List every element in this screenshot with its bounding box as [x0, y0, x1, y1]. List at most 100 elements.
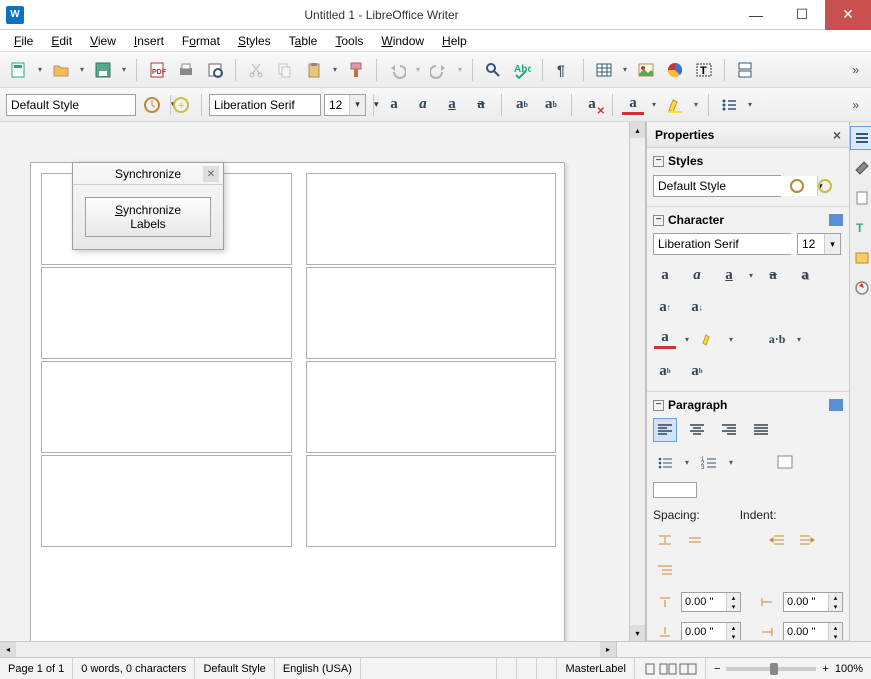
label-cell[interactable]: [41, 455, 292, 547]
background-color-swatch[interactable]: [653, 482, 697, 498]
vertical-scrollbar[interactable]: ▴ ▾: [629, 122, 645, 641]
increase-spacing-button[interactable]: [653, 528, 677, 552]
collapse-icon[interactable]: −: [653, 156, 664, 167]
new-button[interactable]: [6, 57, 32, 83]
align-right-button[interactable]: [717, 418, 741, 442]
insert-page-break-button[interactable]: [732, 57, 758, 83]
single-page-icon[interactable]: [643, 662, 657, 676]
undo-button[interactable]: [384, 57, 410, 83]
dropdown-arrow-icon[interactable]: ▾: [824, 234, 840, 254]
redo-button[interactable]: [426, 57, 452, 83]
collapse-icon[interactable]: −: [653, 400, 664, 411]
space-below-spinbox[interactable]: ▴▾: [681, 622, 741, 641]
navigator-tab[interactable]: [850, 276, 871, 300]
zoom-slider[interactable]: [726, 667, 816, 671]
dropdown-arrow-icon[interactable]: ▾: [349, 95, 365, 115]
export-pdf-button[interactable]: PDF: [144, 57, 170, 83]
font-color-dropdown[interactable]: ▾: [649, 92, 659, 118]
label-cell[interactable]: [41, 361, 292, 453]
sidebar-subscript-button[interactable]: ab: [685, 359, 709, 383]
zoom-value[interactable]: 100%: [835, 663, 863, 675]
highlight-button[interactable]: [662, 92, 688, 118]
insert-table-button[interactable]: [591, 57, 617, 83]
strikethrough-button[interactable]: a: [468, 92, 494, 118]
zoom-in-button[interactable]: +: [822, 663, 828, 675]
menu-styles[interactable]: Styles: [230, 32, 279, 50]
toolbar-overflow[interactable]: »: [846, 63, 865, 77]
sidebar-font-color-button[interactable]: a: [653, 327, 677, 351]
properties-close-button[interactable]: ×: [833, 127, 841, 143]
sidebar-font-input[interactable]: [654, 234, 817, 254]
gallery-tab[interactable]: [850, 246, 871, 270]
scroll-left-button[interactable]: ◂: [0, 642, 16, 657]
open-button[interactable]: [48, 57, 74, 83]
align-left-button[interactable]: [653, 418, 677, 442]
paragraph-style-combo[interactable]: ▾: [6, 94, 136, 116]
label-cell[interactable]: [306, 455, 557, 547]
collapse-icon[interactable]: −: [653, 215, 664, 226]
insert-image-button[interactable]: [633, 57, 659, 83]
bullet-list-dropdown[interactable]: ▾: [745, 92, 755, 118]
zoom-control[interactable]: − + 100%: [706, 663, 871, 675]
save-button[interactable]: [90, 57, 116, 83]
align-center-button[interactable]: [685, 418, 709, 442]
synchronize-window[interactable]: Synchronize ✕ Synchronize Labels: [72, 162, 224, 250]
synchronize-labels-button[interactable]: Synchronize Labels: [85, 197, 211, 237]
insert-chart-button[interactable]: [662, 57, 688, 83]
space-above-spinbox[interactable]: ▴▾: [681, 592, 741, 612]
menu-insert[interactable]: Insert: [126, 32, 172, 50]
zoom-thumb[interactable]: [770, 663, 778, 675]
maximize-button[interactable]: ☐: [779, 0, 825, 30]
redo-dropdown[interactable]: ▾: [455, 57, 465, 83]
new-style-sidebar-button[interactable]: [813, 174, 837, 198]
menu-tools[interactable]: Tools: [327, 32, 371, 50]
clear-formatting-button[interactable]: a✕: [579, 92, 605, 118]
sidebar-font-size-input[interactable]: [798, 234, 824, 254]
horizontal-scrollbar[interactable]: ◂ ▸: [0, 641, 871, 657]
align-justify-button[interactable]: [749, 418, 773, 442]
label-cell[interactable]: [306, 173, 557, 265]
status-selection-mode[interactable]: [517, 658, 537, 679]
view-layout-buttons[interactable]: [635, 658, 706, 679]
sidebar-shadow-button[interactable]: a: [793, 263, 817, 287]
status-signature[interactable]: [537, 658, 557, 679]
underline-button[interactable]: a: [439, 92, 465, 118]
more-options-icon[interactable]: [829, 399, 843, 411]
status-style[interactable]: Default Style: [195, 658, 274, 679]
close-button[interactable]: ✕: [825, 0, 871, 30]
superscript-button[interactable]: ab: [509, 92, 535, 118]
menu-window[interactable]: Window: [373, 32, 432, 50]
save-dropdown[interactable]: ▾: [119, 57, 129, 83]
copy-button[interactable]: [272, 57, 298, 83]
document-scroll[interactable]: Synchronize ✕ Synchronize Labels: [0, 122, 629, 641]
find-replace-button[interactable]: [480, 57, 506, 83]
sidebar-font-size-combo[interactable]: ▾: [797, 233, 841, 255]
highlight-dropdown[interactable]: ▾: [691, 92, 701, 118]
new-style-button[interactable]: +: [168, 92, 194, 118]
status-language[interactable]: English (USA): [275, 658, 361, 679]
font-size-combo[interactable]: ▾: [324, 94, 366, 116]
scroll-down-button[interactable]: ▾: [630, 625, 645, 641]
clone-formatting-button[interactable]: [343, 57, 369, 83]
insert-table-dropdown[interactable]: ▾: [620, 57, 630, 83]
bullet-list-sidebar-button[interactable]: [653, 450, 677, 474]
sidebar-highlight-button[interactable]: [697, 327, 721, 351]
undo-dropdown[interactable]: ▾: [413, 57, 423, 83]
menu-format[interactable]: Format: [174, 32, 228, 50]
paste-button[interactable]: [301, 57, 327, 83]
multi-page-icon[interactable]: [659, 662, 677, 676]
sidebar-style-combo[interactable]: ▾: [653, 175, 781, 197]
sidebar-underline-button[interactable]: a: [717, 263, 741, 287]
open-dropdown[interactable]: ▾: [77, 57, 87, 83]
menu-edit[interactable]: Edit: [43, 32, 80, 50]
book-view-icon[interactable]: [679, 662, 697, 676]
insert-textbox-button[interactable]: T: [691, 57, 717, 83]
label-cell[interactable]: [41, 267, 292, 359]
properties-tab[interactable]: [850, 126, 871, 150]
status-insert-mode[interactable]: [497, 658, 517, 679]
font-color-button[interactable]: a: [620, 92, 646, 118]
menu-table[interactable]: Table: [281, 32, 326, 50]
update-style-button[interactable]: [139, 92, 165, 118]
indent-left-spinbox[interactable]: ▴▾: [783, 592, 843, 612]
font-name-combo[interactable]: ▾: [209, 94, 321, 116]
